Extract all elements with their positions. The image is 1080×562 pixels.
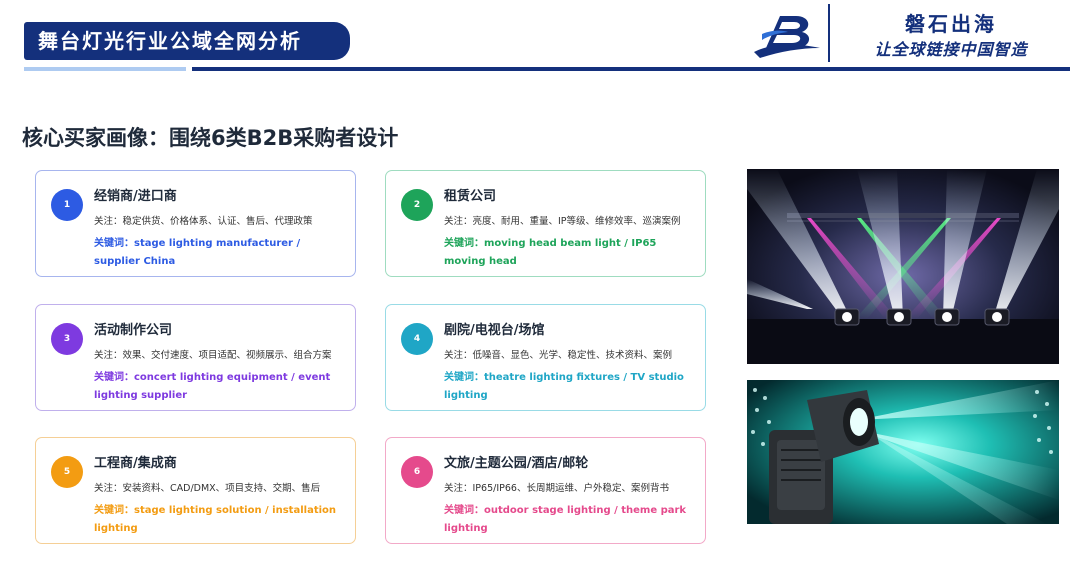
card-title: 租赁公司 — [444, 189, 497, 204]
card-title: 经销商/进口商 — [94, 189, 177, 204]
buyer-card-rental: 2 租赁公司 关注：亮度、耐用、重量、IP等级、维修效率、巡演案例 关键词：mo… — [385, 170, 706, 277]
moving-head-fixture-photo — [747, 380, 1059, 524]
card-number-badge: 3 — [51, 323, 83, 355]
card-number-badge: 2 — [401, 189, 433, 221]
card-number-badge: 5 — [51, 456, 83, 488]
concert-stage-lighting-photo — [747, 169, 1059, 364]
brand-slogan: 让全球链接中国智造 — [874, 40, 1028, 59]
brand-name: 磐石出海 — [905, 12, 997, 36]
card-focus-text: 关注：稳定供货、价格体系、认证、售后、代理政策 — [94, 216, 313, 227]
card-keyword-text: 关键词：stage lighting manufacturer / suppli… — [94, 238, 301, 267]
card-keyword-text: 关键词：theatre lighting fixtures / TV studi… — [444, 372, 684, 401]
header-accent-bar — [24, 67, 186, 71]
buyer-card-integrator: 5 工程商/集成商 关注：安装资料、CAD/DMX、项目支持、交期、售后 关键词… — [35, 437, 356, 544]
card-keyword-text: 关键词：stage lighting solution / installati… — [94, 505, 337, 534]
buyer-card-theatre-venue: 4 剧院/电视台/场馆 关注：低噪音、显色、光学、稳定性、技术资料、案例 关键词… — [385, 304, 706, 411]
card-title: 文旅/主题公园/酒店/邮轮 — [444, 456, 589, 471]
card-keyword-text: 关键词：outdoor stage lighting / theme park … — [444, 505, 687, 534]
header-divider-bar — [192, 67, 1070, 71]
buyer-card-distributor: 1 经销商/进口商 关注：稳定供货、价格体系、认证、售后、代理政策 关键词：st… — [35, 170, 356, 277]
buyer-card-event-production: 3 活动制作公司 关注：效果、交付速度、项目适配、视频展示、组合方案 关键词：c… — [35, 304, 356, 411]
card-number-badge: 1 — [51, 189, 83, 221]
card-focus-text: 关注：低噪音、显色、光学、稳定性、技术资料、案例 — [444, 350, 673, 361]
buyer-card-tourism: 6 文旅/主题公园/酒店/邮轮 关注：IP65/IP66、长周期运维、户外稳定、… — [385, 437, 706, 544]
card-focus-text: 关注：安装资料、CAD/DMX、项目支持、交期、售后 — [94, 483, 321, 494]
brand-divider — [828, 4, 830, 62]
card-title: 剧院/电视台/场馆 — [444, 323, 545, 338]
brand-logo-icon — [754, 16, 820, 58]
page-header-title: 舞台灯光行业公域全网分析 — [24, 22, 350, 60]
card-number-badge: 6 — [401, 456, 433, 488]
card-keyword-text: 关键词：moving head beam light / IP65 moving… — [444, 238, 657, 267]
section-title: 核心买家画像：围绕6类B2B采购者设计 — [22, 126, 399, 150]
card-title: 活动制作公司 — [94, 323, 173, 338]
card-keyword-text: 关键词：concert lighting equipment / event l… — [94, 372, 331, 401]
card-title: 工程商/集成商 — [94, 456, 177, 471]
card-focus-text: 关注：亮度、耐用、重量、IP等级、维修效率、巡演案例 — [444, 216, 681, 227]
card-focus-text: 关注：效果、交付速度、项目适配、视频展示、组合方案 — [94, 350, 332, 361]
card-focus-text: 关注：IP65/IP66、长周期运维、户外稳定、案例背书 — [444, 483, 669, 494]
card-number-badge: 4 — [401, 323, 433, 355]
